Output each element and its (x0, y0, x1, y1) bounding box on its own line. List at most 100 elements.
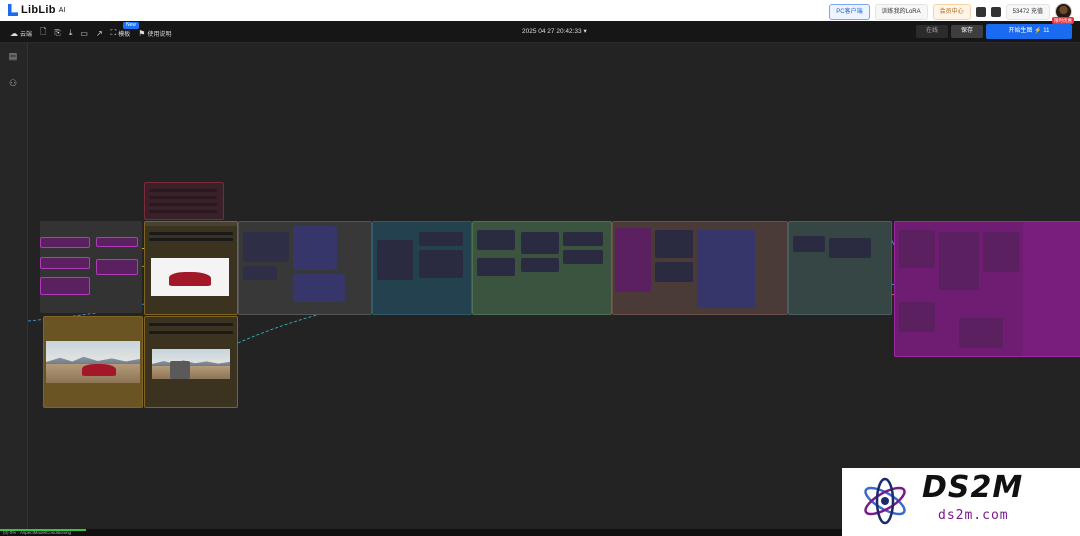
datetime-text: 2025 04 27 20:42:33 (522, 28, 582, 35)
node-row (149, 323, 233, 326)
image-preview-node[interactable] (43, 316, 143, 408)
node-block[interactable] (793, 236, 825, 252)
sampler-group[interactable] (372, 221, 472, 315)
purple-node[interactable] (899, 302, 935, 332)
purple-node[interactable] (899, 230, 935, 268)
node-block[interactable] (655, 262, 693, 282)
template-icon: ⛶ (110, 28, 117, 37)
blue-node[interactable] (697, 230, 755, 308)
workflow-datetime-dropdown[interactable]: 2025 04 27 20:42:33 ▾ (522, 27, 587, 35)
liblib-logo[interactable]: LibLib AI (8, 4, 65, 16)
mask-shape (170, 361, 190, 379)
save-icon[interactable]: ▭ (80, 29, 88, 38)
output-group[interactable] (894, 221, 1080, 357)
purple-node[interactable] (939, 232, 979, 290)
landscape-image-preview (46, 341, 140, 383)
generate-label: 开始生图 ⚡ 11 (1008, 28, 1050, 34)
folder-icon[interactable] (990, 6, 1001, 17)
image-preview-node[interactable] (144, 316, 238, 408)
input-group[interactable] (40, 221, 142, 313)
load-image-node[interactable] (144, 221, 238, 315)
template-label: 模板 (118, 31, 131, 38)
watermark: DS2M ds2m.com (842, 468, 1080, 536)
node-row (149, 189, 217, 192)
upscale-group[interactable] (788, 221, 892, 315)
node-block[interactable] (477, 230, 515, 250)
top-bar: LibLib AI PC客户端 训练我的LoRA 会员中心 53472 充值 (0, 0, 1080, 22)
purple-node[interactable] (96, 259, 138, 275)
open-icon[interactable]: ⎘ (54, 28, 60, 38)
watermark-brand: DS2M (922, 470, 1024, 505)
node-block[interactable] (419, 250, 463, 278)
online-toggle[interactable]: 在线 (915, 25, 948, 38)
node-title-bar (145, 222, 237, 226)
blue-node[interactable] (293, 226, 337, 270)
blue-node[interactable] (243, 232, 289, 262)
workflow-canvas[interactable]: · · · · · · · · · · · · · · · · · · · · … (28, 43, 1080, 529)
landscape-image-preview (152, 349, 230, 379)
template-button[interactable]: ⛶ 模板 (111, 28, 131, 38)
purple-node[interactable] (40, 257, 90, 269)
node-block[interactable] (521, 232, 559, 254)
purple-node[interactable] (96, 237, 138, 247)
train-lora-button[interactable]: 训练我的LoRA (874, 3, 928, 20)
node-row (149, 196, 217, 199)
logo-suffix: AI (58, 6, 66, 14)
output-preview-node[interactable] (1023, 222, 1080, 356)
status-text: (0) 0% · AspectModelConditioning (3, 530, 72, 535)
member-center-button[interactable]: 会员中心 (932, 3, 971, 20)
node-block[interactable] (829, 238, 871, 258)
watermark-domain: ds2m.com (938, 508, 1009, 523)
controlnet-group[interactable] (472, 221, 612, 315)
cloud-button[interactable]: ☁ 云端 (10, 29, 32, 38)
purple-node[interactable] (40, 277, 90, 295)
node-block[interactable] (477, 258, 515, 276)
node-row (149, 203, 217, 206)
blue-node[interactable] (293, 274, 345, 302)
node-row (149, 238, 233, 241)
car-shape (82, 364, 116, 376)
purple-node[interactable] (983, 232, 1019, 272)
car-shape (169, 272, 211, 286)
workflow-toolbar: ☁ 云端 🗋 ⎘ ⤓ ▭ ↗ ⛶ 模板 ⚑ 使用说明 New 2025 04 27 2… (0, 17, 1080, 43)
logo-text: LibLib (21, 4, 56, 16)
node-tree-icon[interactable]: ⚇ (8, 78, 18, 88)
purple-node[interactable] (615, 228, 651, 292)
left-sidebar: ▤ ⚇ (0, 43, 28, 529)
ground (152, 365, 230, 379)
atom-logo-icon (864, 477, 906, 525)
refine-group[interactable] (612, 221, 788, 315)
node-row (149, 232, 233, 235)
node-row (149, 331, 233, 334)
save-toggle[interactable]: 保存 (950, 25, 983, 38)
prompt-node-top[interactable] (144, 182, 224, 220)
purple-node[interactable] (959, 318, 1003, 348)
new-badge: New (123, 22, 140, 29)
pc-client-button[interactable]: PC客户端 (829, 3, 870, 20)
generate-button[interactable]: 开始生图 ⚡ 11 限时优惠 (986, 17, 1074, 39)
node-block[interactable] (419, 232, 463, 246)
points-button[interactable]: 53472 充值 (1005, 3, 1050, 20)
new-file-icon[interactable]: 🗋 (40, 26, 46, 40)
purple-node[interactable] (40, 237, 90, 248)
node-block[interactable] (563, 232, 603, 246)
book-icon: ⚑ (138, 28, 146, 38)
node-block[interactable] (377, 240, 413, 280)
logo-mark-icon (8, 4, 18, 16)
usage-button[interactable]: ⚑ 使用说明 (138, 29, 171, 38)
message-icon[interactable] (975, 6, 986, 17)
caret-down-icon: ▾ (583, 28, 587, 35)
share-icon[interactable]: ↗ (96, 29, 103, 38)
download-icon[interactable]: ⤓ (69, 28, 73, 38)
blue-node[interactable] (243, 266, 277, 280)
usage-label: 使用说明 (147, 31, 172, 38)
node-block[interactable] (521, 258, 559, 272)
document-icon[interactable]: ▤ (8, 51, 18, 61)
car-image-preview (151, 258, 229, 296)
cloud-icon: ☁ (10, 28, 18, 38)
node-block[interactable] (655, 230, 693, 258)
promo-badge: 限时优惠 (1052, 17, 1074, 24)
node-block[interactable] (563, 250, 603, 264)
conditioning-group[interactable] (238, 221, 372, 315)
node-row (149, 210, 217, 213)
